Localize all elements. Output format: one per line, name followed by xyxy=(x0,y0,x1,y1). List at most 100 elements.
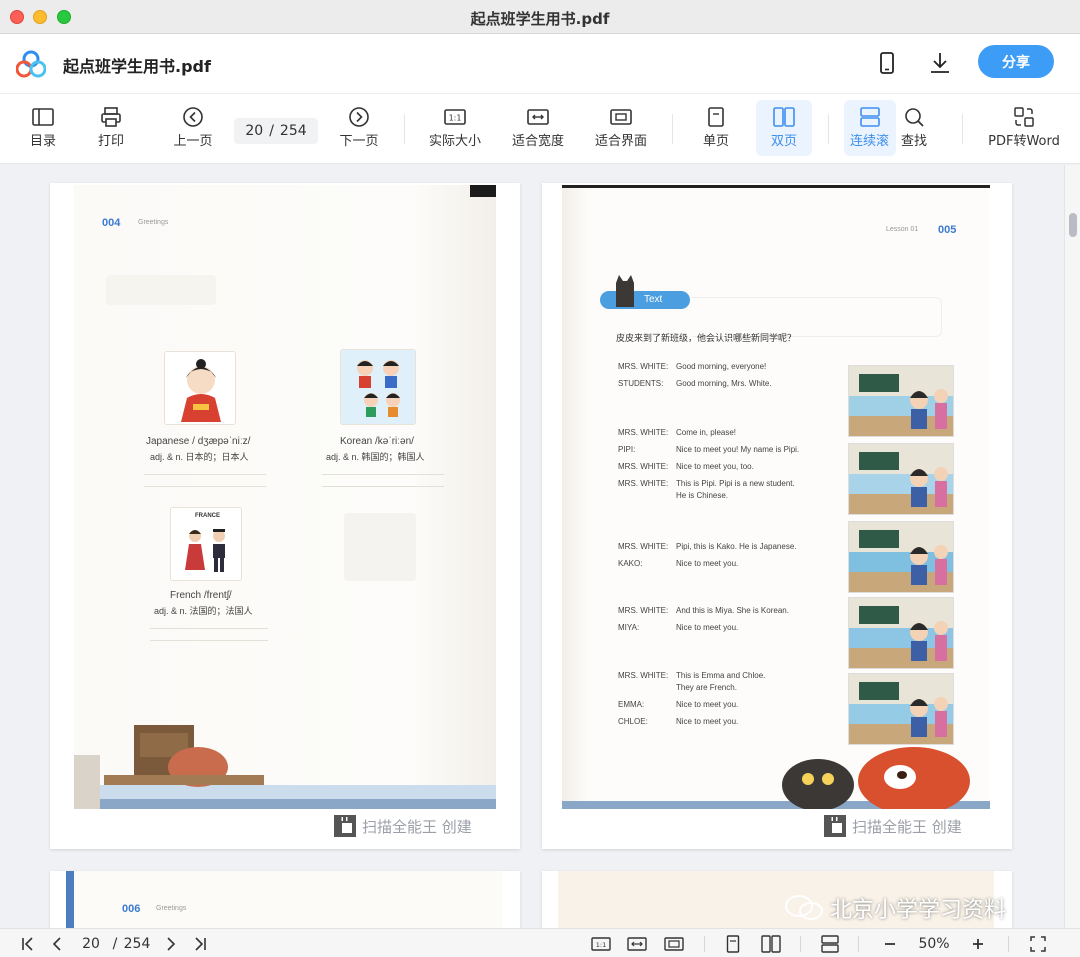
bottombar-divider xyxy=(800,936,801,952)
fit-window-small-button[interactable] xyxy=(663,934,685,954)
word-korean: Korean /kəˈriːən/ xyxy=(340,436,414,447)
fit-window-button[interactable]: 适合界面 xyxy=(586,100,656,156)
next-page-small-button[interactable] xyxy=(162,934,180,954)
bottom-page-separator: / xyxy=(112,936,118,952)
scanned-page-photo: 004 Greetings Japanese / dʒæpəˈniːz/ adj… xyxy=(74,185,496,809)
double-page-icon xyxy=(773,107,795,127)
search-icon xyxy=(905,108,924,127)
wechat-brand-text: 北京小学学习资料 xyxy=(830,898,1007,923)
zoom-out-button[interactable] xyxy=(880,934,900,954)
scanner-watermark: 扫描全能王 创建 xyxy=(824,815,962,837)
page-number: 006 xyxy=(122,903,141,915)
fullscreen-button[interactable] xyxy=(1028,934,1048,954)
pdf-page-left: 004 Greetings Japanese / dʒæpəˈniːz/ adj… xyxy=(50,183,520,849)
last-page-icon xyxy=(195,937,206,951)
download-icon[interactable] xyxy=(927,50,953,76)
dialogue-line: This is Pipi. Pipi is a new student. xyxy=(676,479,795,488)
dialogue-line: Pipi, this is Kako. He is Japanese. xyxy=(676,542,797,551)
dialogue-line: Good morning, everyone! xyxy=(676,362,767,371)
page-bottom-illustration xyxy=(74,725,496,809)
prev-page-small-button[interactable] xyxy=(48,934,66,954)
dialogue-line: Nice to meet you, too. xyxy=(676,462,754,471)
dialogue-line: Come in, please! xyxy=(676,428,737,437)
fit-window-label: 适合界面 xyxy=(594,134,647,149)
double-page-small-button[interactable] xyxy=(760,934,782,954)
france-flag-label: FRANCE xyxy=(195,513,220,519)
pdf-to-word-label: PDF转Word xyxy=(988,134,1060,149)
dialogue-speaker: MRS. WHITE: xyxy=(618,479,669,488)
prev-page-label: 上一页 xyxy=(173,134,213,149)
share-button[interactable]: 分享 xyxy=(978,45,1054,78)
bottombar-divider xyxy=(1008,936,1009,952)
dialogue-line: Nice to meet you! My name is Pipi. xyxy=(676,445,800,454)
word-card-korean xyxy=(340,349,416,425)
dialogue-speaker: MRS. WHITE: xyxy=(618,362,669,371)
watermark-text: 扫描全能王 创建 xyxy=(852,817,962,836)
prev-page-button[interactable]: 上一页 xyxy=(164,100,222,156)
section-name: Greetings xyxy=(156,905,187,912)
cat-icon xyxy=(616,275,634,307)
print-button[interactable]: 打印 xyxy=(84,100,138,156)
bottom-navigation-bar: 20 / 254 1:1 50% xyxy=(0,928,1080,957)
toc-button[interactable]: 目录 xyxy=(16,100,70,156)
actual-size-button[interactable]: 1:1 实际大小 xyxy=(420,100,490,156)
dialogue-line: This is Emma and Chloe. xyxy=(676,671,766,680)
last-page-button[interactable] xyxy=(190,934,210,954)
page-number-input[interactable]: 20 / 254 xyxy=(234,118,318,144)
zoom-level[interactable]: 50% xyxy=(912,934,956,954)
scene-illustration xyxy=(848,597,954,669)
single-page-icon xyxy=(708,107,724,127)
dialogue-speaker: CHLOE: xyxy=(618,717,648,726)
find-label: 查找 xyxy=(900,134,927,149)
fit-width-button[interactable]: 适合宽度 xyxy=(503,100,573,156)
bottom-current-page[interactable]: 20 xyxy=(76,934,106,954)
app-header: 起点班学生用书.pdf 分享 xyxy=(0,34,1080,94)
actual-size-label: 实际大小 xyxy=(428,134,481,149)
first-page-button[interactable] xyxy=(18,934,38,954)
text-badge-label: Text xyxy=(644,294,663,305)
bottombar-divider xyxy=(858,936,859,952)
actual-size-small-button[interactable]: 1:1 xyxy=(590,934,612,954)
scanned-page-photo: Lesson 01 005 Text 皮皮来到了新班级，他会认识哪些新同学呢？ … xyxy=(562,185,990,809)
dialogue-line: And this is Miya. She is Korean. xyxy=(676,606,789,615)
single-page-small-button[interactable] xyxy=(724,934,742,954)
toolbar: 目录 打印 上一页 20 / 254 下一页 1:1 实际大小 适合宽度 适合界… xyxy=(0,94,1080,164)
single-page-button[interactable]: 单页 xyxy=(690,100,742,156)
dialogue-line: They are French. xyxy=(676,683,737,692)
dialogue-line: Nice to meet you. xyxy=(676,700,739,709)
toolbar-divider xyxy=(962,114,963,144)
double-page-button[interactable]: 双页 xyxy=(756,100,812,156)
print-icon xyxy=(101,107,121,127)
fit-width-small-button[interactable] xyxy=(626,934,648,954)
def-french: adj. & n. 法国的；法国人 xyxy=(154,606,253,616)
pdf-page-bottom-left: 006 Greetings xyxy=(50,871,520,928)
dialogue-line: Nice to meet you. xyxy=(676,717,739,726)
actual-size-icon: 1:1 xyxy=(444,109,466,125)
scene-illustration xyxy=(848,365,954,437)
word-french: French /frentʃ/ xyxy=(170,590,232,601)
window-title: 起点班学生用书.pdf xyxy=(470,10,610,28)
intro-text: 皮皮来到了新班级，他会认识哪些新同学呢？ xyxy=(616,333,797,343)
current-page: 20 xyxy=(245,123,264,139)
scene-illustration xyxy=(848,521,954,593)
word-card-french: FRANCE xyxy=(170,507,242,581)
next-page-button[interactable]: 下一页 xyxy=(330,100,388,156)
double-page-icon xyxy=(761,935,781,953)
document-viewport[interactable]: 004 Greetings Japanese / dʒæpəˈniːz/ adj… xyxy=(0,165,1064,928)
continuous-small-button[interactable] xyxy=(820,934,840,954)
pdf-page-right: Lesson 01 005 Text 皮皮来到了新班级，他会认识哪些新同学呢？ … xyxy=(542,183,1012,849)
scrollbar-thumb[interactable] xyxy=(1069,213,1077,237)
phone-icon[interactable] xyxy=(874,50,900,76)
qr-code-icon xyxy=(334,815,356,837)
find-button[interactable]: 查找 xyxy=(888,100,940,156)
vertical-scrollbar[interactable] xyxy=(1064,165,1080,928)
qr-code-icon xyxy=(824,815,846,837)
single-page-label: 单页 xyxy=(702,134,729,149)
dialogue-line: Good morning, Mrs. White. xyxy=(676,379,772,388)
word-card-japanese xyxy=(164,351,236,425)
toolbar-divider xyxy=(828,114,829,144)
section-name: Greetings xyxy=(138,219,169,226)
wechat-brand-overlay: 北京小学学习资料 xyxy=(784,892,1006,924)
pdf-to-word-button[interactable]: PDF转Word xyxy=(982,100,1066,156)
zoom-in-button[interactable] xyxy=(968,934,988,954)
